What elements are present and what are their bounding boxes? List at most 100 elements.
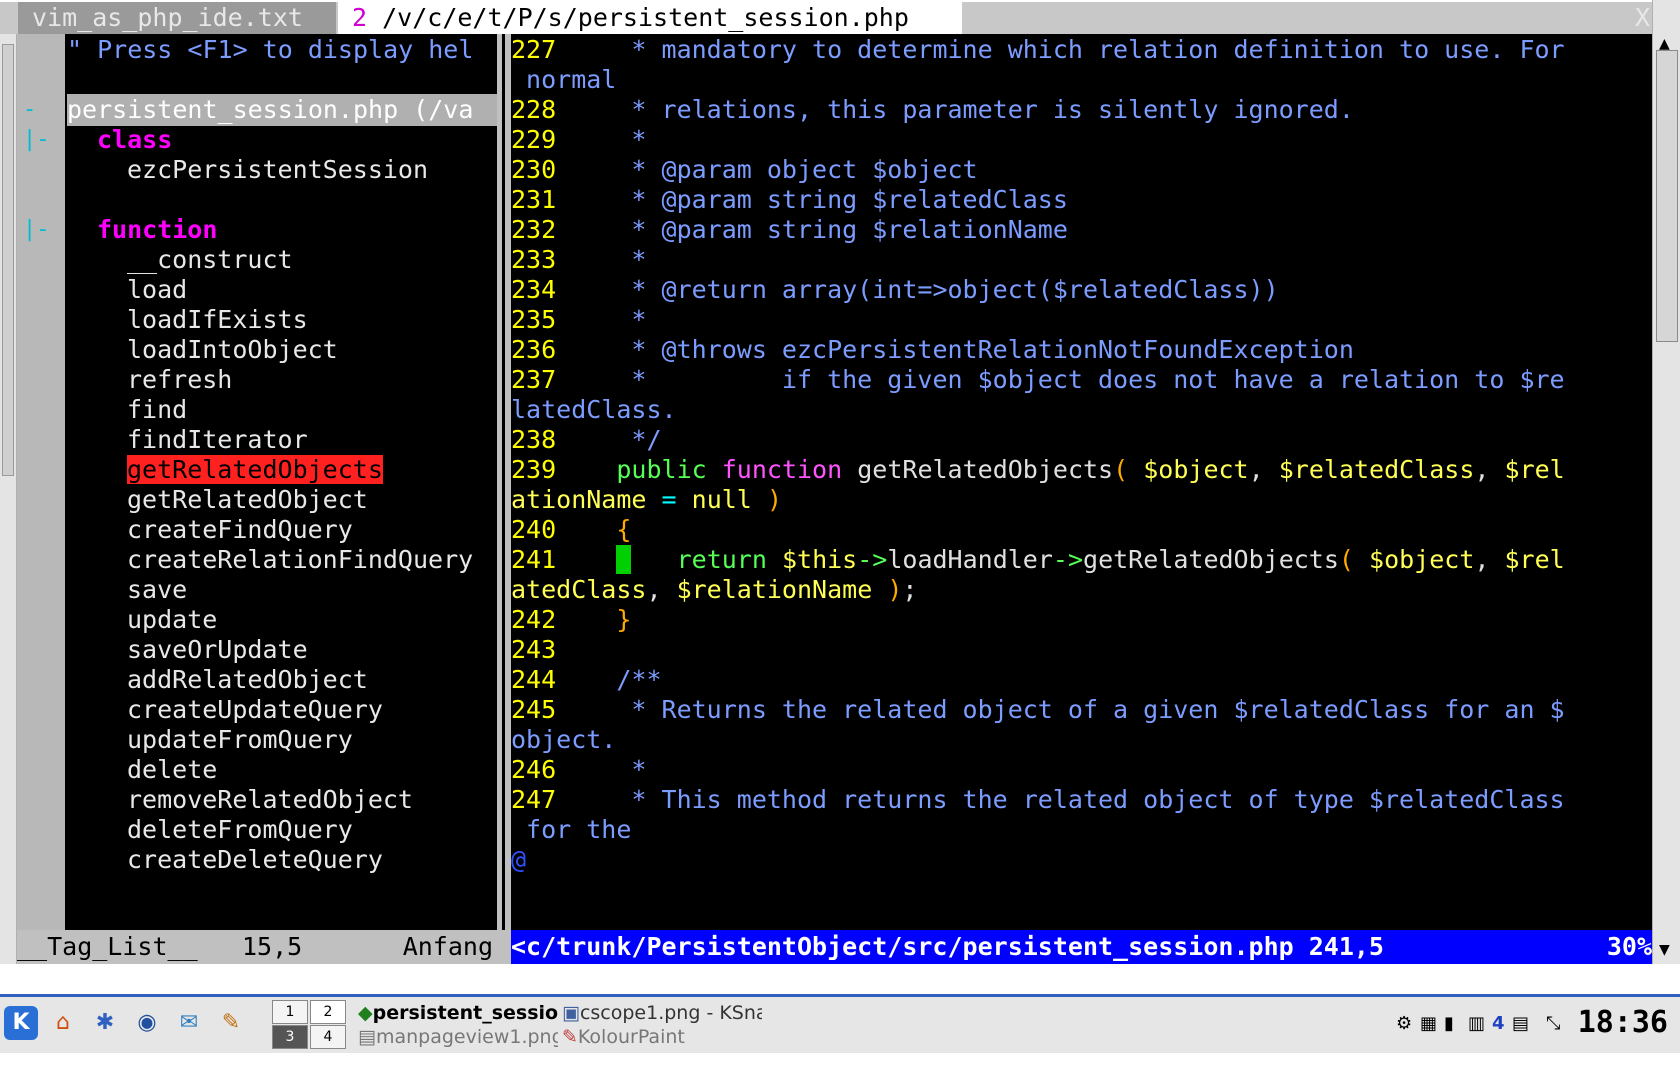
folder-icon[interactable]: ▤: [1512, 1013, 1529, 1034]
line-number: 241: [511, 545, 557, 574]
snapshot-icon: ▣: [562, 1002, 580, 1024]
task-label: manpageview1.png: [375, 1026, 558, 1048]
line-number: 234: [511, 275, 557, 304]
home-icon[interactable]: ⌂: [46, 1006, 80, 1040]
close-tab-button[interactable]: X: [1635, 2, 1650, 34]
task-vim[interactable]: ◆persistent_sessio: [358, 1001, 558, 1025]
line-number: 228: [511, 95, 557, 124]
network-icon[interactable]: ⚙: [1396, 1013, 1412, 1034]
taglist-item[interactable]: find: [127, 394, 187, 426]
left-scrollbar[interactable]: [0, 34, 17, 964]
comment-text: *: [556, 305, 647, 334]
code-line: 244 /**: [511, 664, 662, 696]
paren: ): [766, 485, 782, 514]
code-line: 246 *: [511, 754, 646, 786]
line-number: 239: [511, 455, 557, 484]
code-line: 230 * @param object $object: [511, 154, 978, 186]
calendar-icon[interactable]: ▥: [1468, 1013, 1485, 1034]
identifier: loadHandler: [887, 545, 1053, 574]
taglist-item[interactable]: removeRelatedObject: [127, 784, 413, 816]
editor-icon[interactable]: ✎: [214, 1006, 248, 1040]
truncated-line-marker: @: [511, 845, 527, 874]
battery-icon[interactable]: ▮: [1444, 1013, 1454, 1034]
klipper-icon[interactable]: ▦: [1420, 1013, 1437, 1034]
taglist-category-function[interactable]: function: [97, 214, 217, 246]
taglist-item[interactable]: createRelationFindQuery: [127, 544, 473, 576]
taglist-item[interactable]: delete: [127, 754, 217, 786]
taglist-item[interactable]: update: [127, 604, 217, 636]
fold-marker[interactable]: -: [23, 94, 53, 126]
variable: $this: [781, 545, 858, 574]
code-line: 238 */: [511, 424, 662, 456]
variable: $object: [1369, 545, 1475, 574]
scrollbar-thumb[interactable]: [2, 44, 14, 476]
taglist-item[interactable]: getRelatedObject: [127, 484, 368, 516]
task-ksnapshot[interactable]: ▣cscope1.png - KSna: [562, 1001, 762, 1025]
line-number: 233: [511, 245, 557, 274]
taglist-item[interactable]: createFindQuery: [127, 514, 353, 546]
taglist-item[interactable]: refresh: [127, 364, 232, 396]
task-kolourpaint[interactable]: ✎KolourPaint: [562, 1025, 762, 1049]
taglist-item[interactable]: ezcPersistentSession: [127, 154, 428, 186]
taglist-item[interactable]: findIterator: [127, 424, 308, 456]
tab-vim-as-php-ide[interactable]: vim_as_php_ide.txt: [18, 2, 336, 34]
vertical-split-separator[interactable]: [497, 34, 511, 930]
code-line-wrap: object.: [511, 725, 617, 754]
paren: (: [1338, 545, 1354, 574]
scrollbar-thumb[interactable]: [1656, 50, 1678, 342]
status-file-path: <c/trunk/PersistentObject/src/persistent…: [511, 932, 1384, 961]
comment-text: * @param object $object: [556, 155, 978, 184]
comment-text: * mandatory to determine which relation …: [556, 35, 1565, 64]
taglist-item[interactable]: deleteFromQuery: [127, 814, 353, 846]
taglist-item[interactable]: load: [127, 274, 187, 306]
comment-text: * @param string $relationName: [556, 215, 1068, 244]
taglist-item[interactable]: saveOrUpdate: [127, 634, 308, 666]
resize-icon[interactable]: ⤡: [1546, 1013, 1560, 1034]
system-icon[interactable]: ✱: [88, 1006, 122, 1040]
taglist-item-selected[interactable]: getRelatedObjects: [127, 454, 383, 486]
fold-marker[interactable]: |-: [23, 214, 53, 246]
tab-label: /v/c/e/t/P/s/persistent_session.php: [367, 3, 909, 32]
tray-counter[interactable]: 4: [1492, 1013, 1505, 1034]
comment-text: *: [556, 125, 647, 154]
fold-marker[interactable]: |-: [23, 124, 53, 156]
code-line-wrap: latedClass.: [511, 395, 677, 424]
code-line: 241 return $this->loadHandler->getRelate…: [511, 545, 1565, 574]
task-label: KolourPaint: [577, 1026, 685, 1048]
taglist-item[interactable]: addRelatedObject: [127, 664, 368, 696]
kde-menu-icon[interactable]: K: [4, 1006, 38, 1040]
taglist-item[interactable]: loadIntoObject: [127, 334, 338, 366]
comment-text: * @return array(int=>object($relatedClas…: [556, 275, 1279, 304]
taglist-item[interactable]: __construct: [127, 244, 293, 276]
mail-icon[interactable]: ✉: [172, 1006, 206, 1040]
line-number: 237: [511, 365, 557, 394]
taglist-item[interactable]: createUpdateQuery: [127, 694, 383, 726]
task-manpageview[interactable]: ▤manpageview1.png: [358, 1025, 558, 1049]
line-number: 244: [511, 665, 557, 694]
paint-icon: ✎: [562, 1026, 578, 1048]
clock[interactable]: 18:36: [1578, 1005, 1668, 1040]
taglist-pane[interactable]: - |- |- " Press <F1> to display hel pers…: [17, 34, 497, 930]
vim-editor[interactable]: - |- |- " Press <F1> to display hel pers…: [17, 34, 1652, 964]
taglist-item[interactable]: save: [127, 574, 187, 606]
desktop-pager-2[interactable]: 2: [310, 1000, 346, 1024]
code-line: 231 * @param string $relatedClass: [511, 184, 1068, 216]
right-scrollbar[interactable]: ▲ ▼: [1652, 0, 1680, 964]
code-statusline: <c/trunk/PersistentObject/src/persistent…: [511, 930, 1652, 964]
desktop-pager-3[interactable]: 3: [272, 1025, 308, 1049]
code-pane[interactable]: 227 * mandatory to determine which relat…: [511, 34, 1652, 930]
tab-persistent-session[interactable]: 2 /v/c/e/t/P/s/persistent_session.php: [338, 2, 962, 34]
taglist-item[interactable]: updateFromQuery: [127, 724, 353, 756]
desktop-pager-4[interactable]: 4: [310, 1025, 346, 1049]
taglist-item[interactable]: loadIfExists: [127, 304, 308, 336]
desktop-pager-1[interactable]: 1: [272, 1000, 308, 1024]
taglist-file-entry[interactable]: persistent_session.php (/va: [67, 94, 497, 126]
browser-icon[interactable]: ◉: [130, 1006, 164, 1040]
code-line-wrap: for the: [511, 815, 632, 844]
scroll-down-icon[interactable]: ▼: [1659, 942, 1670, 958]
taglist-category-class[interactable]: class: [97, 124, 172, 156]
code-line-wrap: ationName = null ): [511, 484, 782, 516]
line-number: 230: [511, 155, 557, 184]
taglist-item[interactable]: createDeleteQuery: [127, 844, 383, 876]
brace: {: [616, 515, 632, 544]
